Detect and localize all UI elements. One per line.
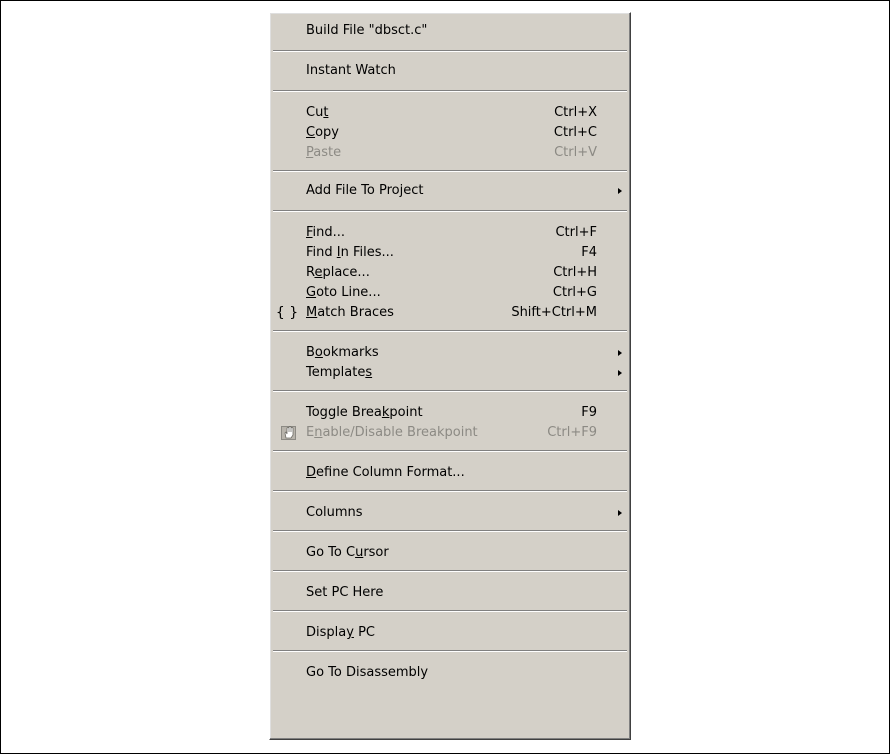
context-menu: Build File "dbsct.c" Instant Watch Cut C…	[269, 12, 631, 740]
menu-item-label: Enable/Disable Breakpoint	[306, 425, 478, 440]
menu-item-label: Build File "dbsct.c"	[306, 23, 428, 38]
menu-item-shortcut: Ctrl+F	[555, 225, 597, 240]
menu-separator	[273, 570, 627, 572]
submenu-arrow-icon	[618, 188, 622, 194]
mnemonic-char: G	[306, 285, 317, 300]
menu-item-shortcut: Ctrl+C	[553, 125, 597, 140]
menu-item-label: Templates	[306, 365, 373, 380]
mnemonic-char: y	[346, 625, 354, 640]
menu-separator	[273, 650, 627, 652]
menu-item-goto-line[interactable]: Goto Line... Ctrl+G	[273, 283, 627, 303]
screenshot-frame: Build File "dbsct.c" Instant Watch Cut C…	[0, 0, 890, 754]
menu-item-enable-disable-breakpoint: Enable/Disable Breakpoint Ctrl+F9	[273, 423, 627, 443]
menu-item-label: Copy	[306, 125, 339, 140]
menu-item-build-file[interactable]: Build File "dbsct.c"	[273, 21, 627, 41]
menu-item-label: Cut	[306, 105, 329, 120]
menu-item-paste: Paste Ctrl+V	[273, 143, 627, 163]
menu-item-label: Bookmarks	[306, 345, 379, 360]
menu-item-shortcut: F9	[581, 405, 597, 420]
mnemonic-char: F	[306, 225, 313, 240]
menu-item-label: Columns	[306, 505, 363, 520]
menu-item-label: Paste	[306, 145, 342, 160]
menu-item-cut[interactable]: Cut Ctrl+X	[273, 103, 627, 123]
menu-separator	[273, 90, 627, 92]
menu-item-label: Find...	[306, 225, 346, 240]
menu-item-label: Toggle Breakpoint	[306, 405, 423, 420]
mnemonic-char: P	[306, 145, 314, 160]
menu-item-shortcut: Ctrl+F9	[547, 425, 597, 440]
menu-item-label: Go To Disassembly	[306, 665, 429, 680]
menu-item-find-in-files[interactable]: Find In Files... F4	[273, 243, 627, 263]
menu-item-label: Goto Line...	[306, 285, 381, 300]
menu-separator	[273, 330, 627, 332]
submenu-arrow-icon	[618, 370, 622, 376]
mnemonic-char: n	[314, 425, 323, 440]
menu-item-shortcut: Ctrl+X	[554, 105, 597, 120]
menu-item-bookmarks[interactable]: Bookmarks	[273, 343, 627, 363]
menu-item-shortcut: Ctrl+V	[554, 145, 597, 160]
menu-item-shortcut: Shift+Ctrl+M	[511, 305, 597, 320]
menu-item-display-pc[interactable]: Display PC	[273, 623, 627, 643]
menu-item-shortcut: Ctrl+H	[553, 265, 597, 280]
mnemonic-char: k	[381, 405, 390, 420]
menu-separator	[273, 530, 627, 532]
menu-item-label: Display PC	[306, 625, 375, 640]
menu-item-find[interactable]: Find... Ctrl+F	[273, 223, 627, 243]
menu-item-label: Instant Watch	[306, 63, 396, 78]
menu-item-define-column-format[interactable]: Define Column Format...	[273, 463, 627, 483]
menu-item-set-pc-here[interactable]: Set PC Here	[273, 583, 627, 603]
braces-icon: { }	[275, 305, 299, 321]
menu-item-toggle-breakpoint[interactable]: Toggle Breakpoint F9	[273, 403, 627, 423]
mnemonic-char: o	[314, 345, 323, 360]
menu-item-replace[interactable]: Replace... Ctrl+H	[273, 263, 627, 283]
mnemonic-char: e	[314, 265, 323, 280]
menu-separator	[273, 390, 627, 392]
menu-item-label: Define Column Format...	[306, 465, 465, 480]
mnemonic-char: D	[306, 465, 317, 480]
menu-item-label: Find In Files...	[306, 245, 394, 260]
menu-item-shortcut: Ctrl+G	[552, 285, 597, 300]
mnemonic-char: t	[323, 105, 329, 120]
mnemonic-char: C	[306, 125, 316, 140]
menu-separator	[273, 610, 627, 612]
mnemonic-char: I	[336, 245, 341, 260]
menu-item-go-to-disassembly[interactable]: Go To Disassembly	[273, 663, 627, 683]
menu-item-add-file-to-project[interactable]: Add File To Project	[273, 181, 627, 201]
menu-item-match-braces[interactable]: { } Match Braces Shift+Ctrl+M	[273, 303, 627, 323]
menu-item-label: Replace...	[306, 265, 370, 280]
menu-item-label: Add File To Project	[306, 183, 424, 198]
submenu-arrow-icon	[618, 510, 622, 516]
menu-separator	[273, 490, 627, 492]
submenu-arrow-icon	[618, 350, 622, 356]
menu-separator	[273, 210, 627, 212]
menu-item-templates[interactable]: Templates	[273, 363, 627, 383]
menu-item-label: Match Braces	[306, 305, 394, 320]
mnemonic-char: s	[365, 365, 373, 380]
hand-icon	[281, 426, 296, 440]
menu-item-go-to-cursor[interactable]: Go To Cursor	[273, 543, 627, 563]
menu-item-label: Set PC Here	[306, 585, 384, 600]
menu-separator	[273, 170, 627, 172]
mnemonic-char: M	[306, 305, 318, 320]
menu-item-copy[interactable]: Copy Ctrl+C	[273, 123, 627, 143]
mnemonic-char: u	[355, 545, 364, 560]
menu-item-shortcut: F4	[581, 245, 597, 260]
menu-item-label: Go To Cursor	[306, 545, 389, 560]
menu-separator	[273, 450, 627, 452]
menu-separator	[273, 50, 627, 52]
menu-item-columns[interactable]: Columns	[273, 503, 627, 523]
menu-item-instant-watch[interactable]: Instant Watch	[273, 61, 627, 81]
